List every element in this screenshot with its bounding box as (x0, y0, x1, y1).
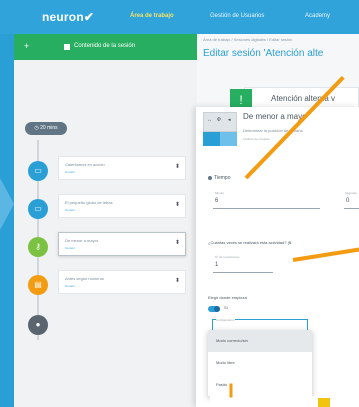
seconds-label: Segundo (345, 191, 358, 195)
duration-badge: ◷ 20 mins (25, 122, 67, 135)
toggle-knob (214, 306, 220, 312)
item-tag: Común (65, 170, 75, 174)
updown-icon[interactable]: ⬍ (175, 277, 180, 284)
key-icon[interactable]: ⚷ (28, 237, 48, 257)
list-item[interactable]: Calentamos en acción Común ⬍ (58, 156, 186, 180)
circle-icon[interactable]: ● (28, 315, 48, 335)
updown-icon[interactable]: ⬍ (175, 239, 180, 246)
item-tag: Común (65, 284, 75, 288)
config-dropdown: Modo correcto/sin Modo libre Pasito (208, 330, 312, 396)
page-title: Editar sesión 'Atención alte (203, 48, 324, 59)
list-item[interactable]: El pequeño globo de letras Común ⬍ (58, 194, 186, 218)
option-modo-correcto[interactable]: Modo correcto/sin (208, 330, 312, 352)
option-pasito[interactable]: Pasito (208, 374, 312, 396)
minutes-label: Minuto (215, 191, 225, 195)
yellow-button[interactable] (318, 398, 330, 407)
nav-academy[interactable]: Academy (305, 13, 330, 19)
thumbnail-lightblue (220, 132, 237, 146)
activity-author: Instituto de Cuidado (243, 137, 270, 141)
tiempo-label: Tiempo (214, 175, 231, 181)
phi-icon: Ф (217, 117, 221, 123)
neuron-logo[interactable]: neuron✔ (42, 10, 94, 24)
item-name: Antes según números (65, 276, 104, 281)
activity-header-card: ! Atención alterna v (230, 87, 359, 111)
session-content-bar[interactable]: + Contenido de la sesión (14, 34, 197, 60)
minutes-field[interactable]: 6 (213, 196, 320, 209)
calendar-icon[interactable]: ▤ (28, 275, 48, 295)
swap-icon: ↔ (207, 117, 212, 123)
start-toggle[interactable] (208, 306, 220, 312)
bullet-icon (208, 176, 212, 180)
item-name: Calentamos en acción (65, 162, 105, 167)
left-arrow-shape (0, 178, 14, 230)
toggle-label: Sí (224, 305, 228, 310)
chat-icon[interactable]: ▭ (28, 199, 48, 219)
square-icon (64, 44, 70, 50)
updown-icon[interactable]: ⬍ (175, 163, 180, 170)
activity-title: De menor a mayo (243, 112, 307, 121)
elegir-label: Elegir donde empieza (208, 295, 247, 300)
item-name: De menor a mayor (65, 238, 99, 243)
logo-mark-icon: ✔ (83, 10, 95, 24)
activity-thumbnail: ↔ Ф ◂ (203, 112, 237, 132)
list-item[interactable]: De menor a mayor Común ⬍ (58, 232, 186, 256)
bottom-bar (210, 396, 359, 407)
callout-arrow (229, 383, 233, 398)
list-item[interactable]: Antes según números Común ⬍ (58, 270, 186, 294)
nav-area-de-trabajo[interactable]: Área de trabajo (130, 13, 174, 19)
option-modo-libre[interactable]: Modo libre (208, 352, 312, 374)
breadcrumb: Área de trabajo / Sesiones digitales / E… (203, 37, 293, 42)
clock-icon: ◷ (34, 125, 39, 131)
repeat-field[interactable]: 1 (213, 260, 273, 273)
seconds-field[interactable]: 0 (344, 196, 359, 209)
chat-icon[interactable]: ▭ (28, 161, 48, 181)
repeat-question: ¿Cuántas veces se realizará esta activid… (208, 240, 292, 245)
session-content-label: Contenido de la sesión (74, 43, 136, 49)
plus-icon[interactable]: + (24, 41, 29, 51)
updown-icon[interactable]: ⬍ (175, 201, 180, 208)
item-name: El pequeño globo de letras (65, 200, 113, 205)
duration-text: 20 mins (40, 125, 58, 131)
repeat-field-label: Nº de repeticiones (215, 255, 240, 259)
config-label: Configuración (216, 318, 235, 322)
item-tag: Común (65, 246, 75, 250)
sound-icon: ◂ (228, 117, 231, 123)
item-tag: Común (65, 208, 75, 212)
nav-gestion-usuarios[interactable]: Gestión de Usuarios (210, 13, 264, 19)
